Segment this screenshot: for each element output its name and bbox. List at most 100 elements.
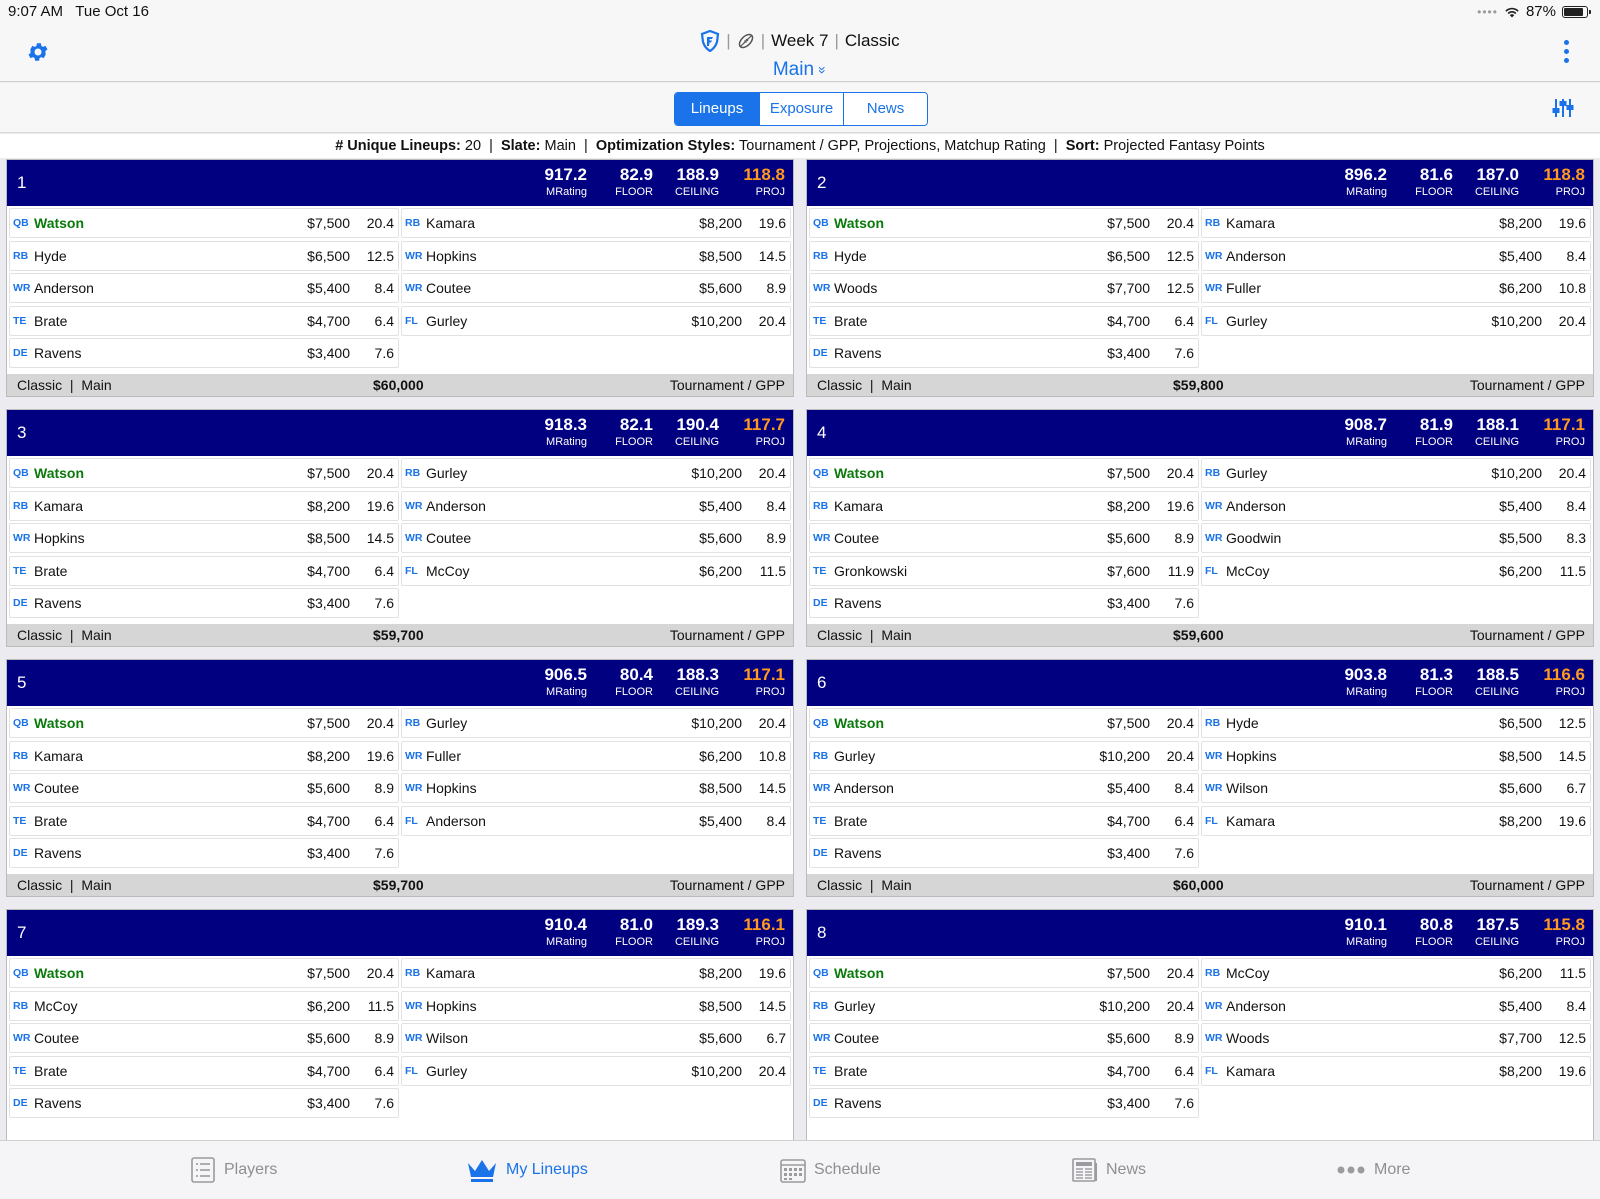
player-row[interactable]: QB Watson $7,500 20.4 [809,458,1199,488]
player-row[interactable]: WR Hopkins $8,500 14.5 [1201,740,1591,771]
player-row[interactable]: DE Ravens $3,400 7.6 [809,588,1199,619]
player-row[interactable]: DE Ravens $3,400 7.6 [9,1088,399,1119]
tab-news[interactable]: News [843,93,927,125]
player-row[interactable]: WR Wilson $5,600 6.7 [1201,773,1591,804]
player-row[interactable]: FL Gurley $10,200 20.4 [401,305,791,336]
player-row[interactable]: QB Watson $7,500 20.4 [9,708,399,738]
player-row[interactable]: RB Kamara $8,200 19.6 [401,208,791,238]
player-row[interactable]: DE Ravens $3,400 7.6 [9,588,399,619]
player-row[interactable]: RB Kamara $8,200 19.6 [809,490,1199,521]
player-row[interactable]: WR Anderson $5,400 8.4 [1201,990,1591,1021]
player-row[interactable]: TE Brate $4,700 6.4 [9,805,399,836]
player-row[interactable]: DE Ravens $3,400 7.6 [809,1088,1199,1119]
lineup-card[interactable]: 3 918.3 MRating 82.1 FLOOR 190.4 CEILING… [6,409,794,647]
player-row[interactable]: WR Wilson $5,600 6.7 [401,1023,791,1054]
player-row[interactable]: RB Kamara $8,200 19.6 [9,490,399,521]
player-row[interactable]: RB Kamara $8,200 19.6 [9,740,399,771]
lineup-card[interactable]: 7 910.4 MRating 81.0 FLOOR 189.3 CEILING… [6,909,794,1147]
player-row[interactable]: QB Watson $7,500 20.4 [809,958,1199,988]
player-row[interactable]: FL Kamara $8,200 19.6 [1201,805,1591,836]
filter-sliders-icon[interactable] [1552,97,1574,119]
player-row[interactable]: WR Anderson $5,400 8.4 [9,273,399,304]
player-row[interactable]: QB Watson $7,500 20.4 [9,458,399,488]
player-row[interactable]: RB Hyde $6,500 12.5 [1201,708,1591,738]
player-row[interactable]: FL Gurley $10,200 20.4 [401,1055,791,1086]
player-row[interactable]: TE Brate $4,700 6.4 [9,555,399,586]
player-row[interactable]: RB Gurley $10,200 20.4 [401,458,791,488]
player-row[interactable]: WR Anderson $5,400 8.4 [1201,490,1591,521]
player-row[interactable]: WR Woods $7,700 12.5 [1201,1023,1591,1054]
player-row[interactable]: FL Anderson $5,400 8.4 [401,805,791,836]
player-row[interactable]: RB Hyde $6,500 12.5 [809,240,1199,271]
lineup-players: QB Watson $7,500 20.4 RB Kamara $8,200 1… [7,706,793,872]
player-row[interactable]: WR Coutee $5,600 8.9 [809,523,1199,554]
player-row[interactable]: WR Hopkins $8,500 14.5 [401,240,791,271]
tab-lineups[interactable]: Lineups [675,93,759,125]
tab-exposure[interactable]: Exposure [759,93,843,125]
player-row[interactable]: WR Coutee $5,600 8.9 [401,273,791,304]
player-salary: $8,500 [699,247,742,264]
position-label: WR [13,782,31,795]
player-row[interactable]: TE Brate $4,700 6.4 [809,1055,1199,1086]
tab-more[interactable]: More [1336,1157,1410,1183]
player-row[interactable]: WR Woods $7,700 12.5 [809,273,1199,304]
player-name: Brate [34,562,68,579]
player-row[interactable]: WR Hopkins $8,500 14.5 [401,773,791,804]
player-row[interactable]: RB Gurley $10,200 20.4 [809,740,1199,771]
player-row[interactable]: WR Anderson $5,400 8.4 [809,773,1199,804]
player-row[interactable]: FL McCoy $6,200 11.5 [401,555,791,586]
player-row[interactable]: TE Brate $4,700 6.4 [809,805,1199,836]
player-row[interactable]: RB Gurley $10,200 20.4 [809,990,1199,1021]
player-row[interactable]: WR Coutee $5,600 8.9 [9,1023,399,1054]
player-row[interactable]: RB Gurley $10,200 20.4 [1201,458,1591,488]
player-row[interactable]: FL McCoy $6,200 11.5 [1201,555,1591,586]
player-row[interactable]: RB McCoy $6,200 11.5 [9,990,399,1021]
lineup-card[interactable]: 6 903.8 MRating 81.3 FLOOR 188.5 CEILING… [806,659,1594,897]
player-row[interactable]: WR Hopkins $8,500 14.5 [9,523,399,554]
tab-my-lineups[interactable]: My Lineups [466,1157,588,1183]
player-row[interactable]: WR Goodwin $5,500 8.3 [1201,523,1591,554]
floor-stat: 80.4 FLOOR [615,665,653,698]
player-column: RB Gurley $10,200 20.4 WR Anderson $5,40… [1201,458,1591,588]
player-row[interactable]: DE Ravens $3,400 7.6 [809,838,1199,869]
player-row[interactable]: TE Brate $4,700 6.4 [9,1055,399,1086]
player-row[interactable]: RB Kamara $8,200 19.6 [401,958,791,988]
player-row[interactable]: WR Coutee $5,600 8.9 [809,1023,1199,1054]
player-row[interactable]: RB Kamara $8,200 19.6 [1201,208,1591,238]
player-row[interactable]: WR Hopkins $8,500 14.5 [401,990,791,1021]
player-row[interactable]: DE Ravens $3,400 7.6 [809,338,1199,369]
player-row[interactable]: RB Gurley $10,200 20.4 [401,708,791,738]
player-row[interactable]: WR Anderson $5,400 8.4 [401,490,791,521]
slate-selector[interactable]: Main » [0,59,1600,81]
more-vertical-icon[interactable] [1564,40,1570,66]
player-row[interactable]: QB Watson $7,500 20.4 [809,208,1199,238]
player-row[interactable]: TE Brate $4,700 6.4 [809,305,1199,336]
player-row[interactable]: QB Watson $7,500 20.4 [809,708,1199,738]
player-row[interactable]: FL Kamara $8,200 19.6 [1201,1055,1591,1086]
player-row[interactable]: DE Ravens $3,400 7.6 [9,338,399,369]
player-row[interactable]: WR Anderson $5,400 8.4 [1201,240,1591,271]
player-row[interactable]: TE Brate $4,700 6.4 [9,305,399,336]
player-row[interactable]: FL Gurley $10,200 20.4 [1201,305,1591,336]
lineup-card[interactable]: 5 906.5 MRating 80.4 FLOOR 188.3 CEILING… [6,659,794,897]
player-row[interactable]: DE Ravens $3,400 7.6 [9,838,399,869]
player-row[interactable]: WR Fuller $6,200 10.8 [1201,273,1591,304]
player-row[interactable]: WR Coutee $5,600 8.9 [9,773,399,804]
player-row[interactable]: RB McCoy $6,200 11.5 [1201,958,1591,988]
player-row[interactable]: RB Hyde $6,500 12.5 [9,240,399,271]
player-row[interactable]: QB Watson $7,500 20.4 [9,208,399,238]
player-row[interactable]: WR Fuller $6,200 10.8 [401,740,791,771]
lineup-card[interactable]: 2 896.2 MRating 81.6 FLOOR 187.0 CEILING… [806,159,1594,397]
lineup-card[interactable]: 1 917.2 MRating 82.9 FLOOR 188.9 CEILING… [6,159,794,397]
tab-news-bottom[interactable]: News [1072,1157,1146,1183]
tab-schedule[interactable]: Schedule [780,1157,881,1183]
nav-title[interactable]: | | Week 7 | Classic Main » [0,30,1600,81]
player-salary: $4,700 [1107,312,1150,329]
lineup-header: 6 903.8 MRating 81.3 FLOOR 188.5 CEILING… [807,660,1593,706]
player-row[interactable]: QB Watson $7,500 20.4 [9,958,399,988]
lineup-card[interactable]: 4 908.7 MRating 81.9 FLOOR 188.1 CEILING… [806,409,1594,647]
lineup-card[interactable]: 8 910.1 MRating 80.8 FLOOR 187.5 CEILING… [806,909,1594,1147]
player-row[interactable]: TE Gronkowski $7,600 11.9 [809,555,1199,586]
player-row[interactable]: WR Coutee $5,600 8.9 [401,523,791,554]
tab-players[interactable]: Players [190,1157,277,1183]
